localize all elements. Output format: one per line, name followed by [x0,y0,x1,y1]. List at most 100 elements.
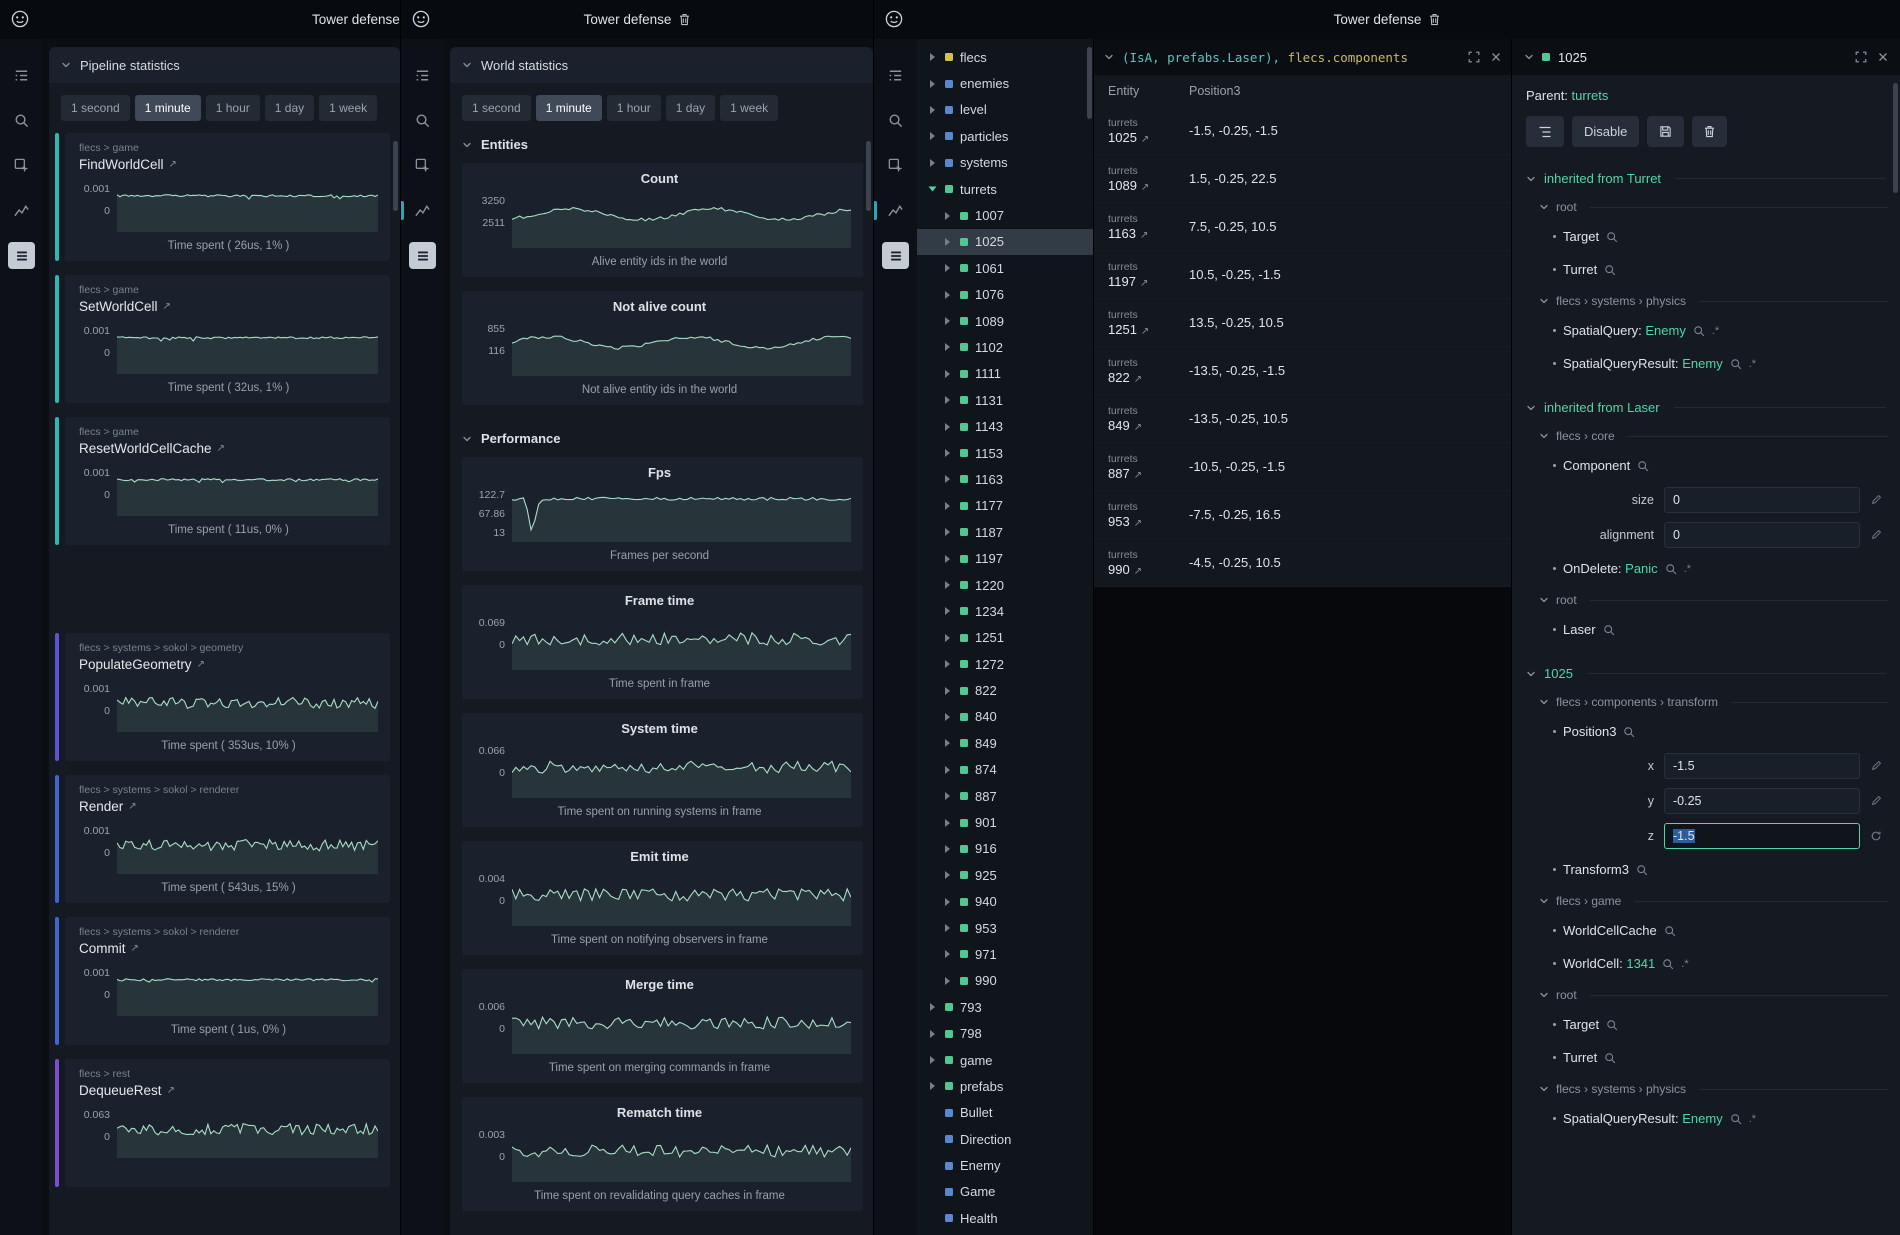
tree-item-Bullet[interactable]: Bullet [917,1100,1093,1126]
system-link[interactable]: FindWorldCell [79,157,164,172]
entity-link[interactable]: 990 [1108,562,1130,577]
tree-item-940[interactable]: 940 [917,889,1093,915]
field-input-z[interactable]: -1.5 [1664,823,1860,849]
section-header[interactable]: inherited from Turret [1512,165,1900,192]
query-inspector-icon[interactable] [0,143,43,188]
system-link[interactable]: Render [79,799,123,814]
tree-item-1061[interactable]: 1061 [917,255,1093,281]
tree-item-925[interactable]: 925 [917,862,1093,888]
search-icon[interactable] [1606,231,1618,243]
tree-item-874[interactable]: 874 [917,757,1093,783]
system-link[interactable]: ResetWorldCellCache [79,441,212,456]
tree-item-enemies[interactable]: enemies [917,70,1093,96]
expander-icon[interactable] [927,132,938,140]
edit-icon[interactable] [1860,494,1892,505]
entity-tree-icon[interactable] [401,53,444,98]
system-link[interactable]: SetWorldCell [79,299,158,314]
entity-link[interactable]: 1251 [1108,322,1137,337]
expander-icon[interactable] [942,950,953,958]
tree-item-Enemy[interactable]: Enemy [917,1152,1093,1178]
component-group-header[interactable]: flecs › game [1512,886,1900,914]
expander-icon[interactable] [942,396,953,404]
expander-icon[interactable] [942,343,953,351]
component-group-header[interactable]: root [1512,980,1900,1008]
search-icon[interactable] [874,98,917,143]
entity-link[interactable]: 953 [1108,514,1130,529]
scrollbar-thumb[interactable] [393,141,398,211]
entity-tree-icon[interactable] [874,53,917,98]
search-icon[interactable] [1603,624,1615,636]
expander-icon[interactable] [942,607,953,615]
expander-icon[interactable] [942,739,953,747]
search-icon[interactable] [1636,864,1648,876]
trash-icon[interactable] [1429,13,1440,26]
search-icon[interactable] [401,98,444,143]
data-tables-icon[interactable] [874,233,917,278]
tree-item-1163[interactable]: 1163 [917,466,1093,492]
entity-link[interactable]: 1089 [1108,178,1137,193]
tree-item-1187[interactable]: 1187 [917,519,1093,545]
tree-item-1177[interactable]: 1177 [917,493,1093,519]
expander-icon[interactable] [942,555,953,563]
expander-icon[interactable] [942,528,953,536]
tree-item-822[interactable]: 822 [917,677,1093,703]
expander-icon[interactable] [942,581,953,589]
delete-button[interactable] [1692,116,1727,147]
expander-icon[interactable] [927,185,938,193]
fullscreen-icon[interactable] [1855,51,1867,63]
time-range-button-1-minute[interactable]: 1 minute [135,95,201,121]
tree-item-1220[interactable]: 1220 [917,572,1093,598]
tree-item-level[interactable]: level [917,97,1093,123]
tree-item-849[interactable]: 849 [917,730,1093,756]
time-range-button-1-second[interactable]: 1 second [61,95,130,121]
time-range-button-1-second[interactable]: 1 second [462,95,531,121]
tree-item-1111[interactable]: 1111 [917,361,1093,387]
section-header[interactable]: inherited from Laser [1512,394,1900,421]
component-group-header[interactable]: flecs › systems › physics [1512,286,1900,314]
revert-icon[interactable] [1860,830,1892,842]
expander-icon[interactable] [942,687,953,695]
tree-item-particles[interactable]: particles [917,123,1093,149]
expander-icon[interactable] [942,634,953,642]
time-range-button-1-hour[interactable]: 1 hour [206,95,260,121]
system-link[interactable]: Commit [79,941,126,956]
fullscreen-icon[interactable] [1468,51,1480,63]
tree-item-916[interactable]: 916 [917,836,1093,862]
tree-item-840[interactable]: 840 [917,704,1093,730]
component-group-header[interactable]: flecs › systems › physics [1512,1074,1900,1102]
tree-item-turrets[interactable]: turrets [917,176,1093,202]
section-header[interactable]: Entities [450,125,873,161]
expander-icon[interactable] [942,264,953,272]
expander-icon[interactable] [942,449,953,457]
expander-icon[interactable] [942,766,953,774]
tree-item-953[interactable]: 953 [917,915,1093,941]
section-header[interactable]: Performance [450,419,873,455]
entity-link[interactable]: 822 [1108,370,1130,385]
expander-icon[interactable] [942,238,953,246]
entity-link[interactable]: 887 [1108,466,1130,481]
tree-item-990[interactable]: 990 [917,968,1093,994]
query-inspector-icon[interactable] [401,143,444,188]
parent-link[interactable]: turrets [1572,88,1609,103]
search-icon[interactable] [1665,563,1677,575]
search-icon[interactable] [1662,958,1674,970]
tree-item-1234[interactable]: 1234 [917,598,1093,624]
data-tables-icon[interactable] [0,233,43,278]
tree-item-1102[interactable]: 1102 [917,334,1093,360]
scrollbar-thumb[interactable] [1893,83,1898,193]
tree-item-1131[interactable]: 1131 [917,387,1093,413]
edit-icon[interactable] [1860,529,1892,540]
expander-icon[interactable] [942,317,953,325]
data-tables-icon[interactable] [401,233,444,278]
chevron-down-icon[interactable] [1104,52,1114,62]
section-header[interactable]: 1025 [1512,660,1900,687]
tree-item-1076[interactable]: 1076 [917,282,1093,308]
edit-icon[interactable] [1860,760,1892,771]
tree-item-1197[interactable]: 1197 [917,545,1093,571]
flecs-logo-icon[interactable] [9,8,31,30]
flecs-logo-icon[interactable] [883,8,905,30]
statistics-chart-icon[interactable] [0,188,43,233]
search-icon[interactable] [1623,726,1635,738]
search-icon[interactable] [1693,325,1705,337]
tree-item-Health[interactable]: Health [917,1205,1093,1231]
